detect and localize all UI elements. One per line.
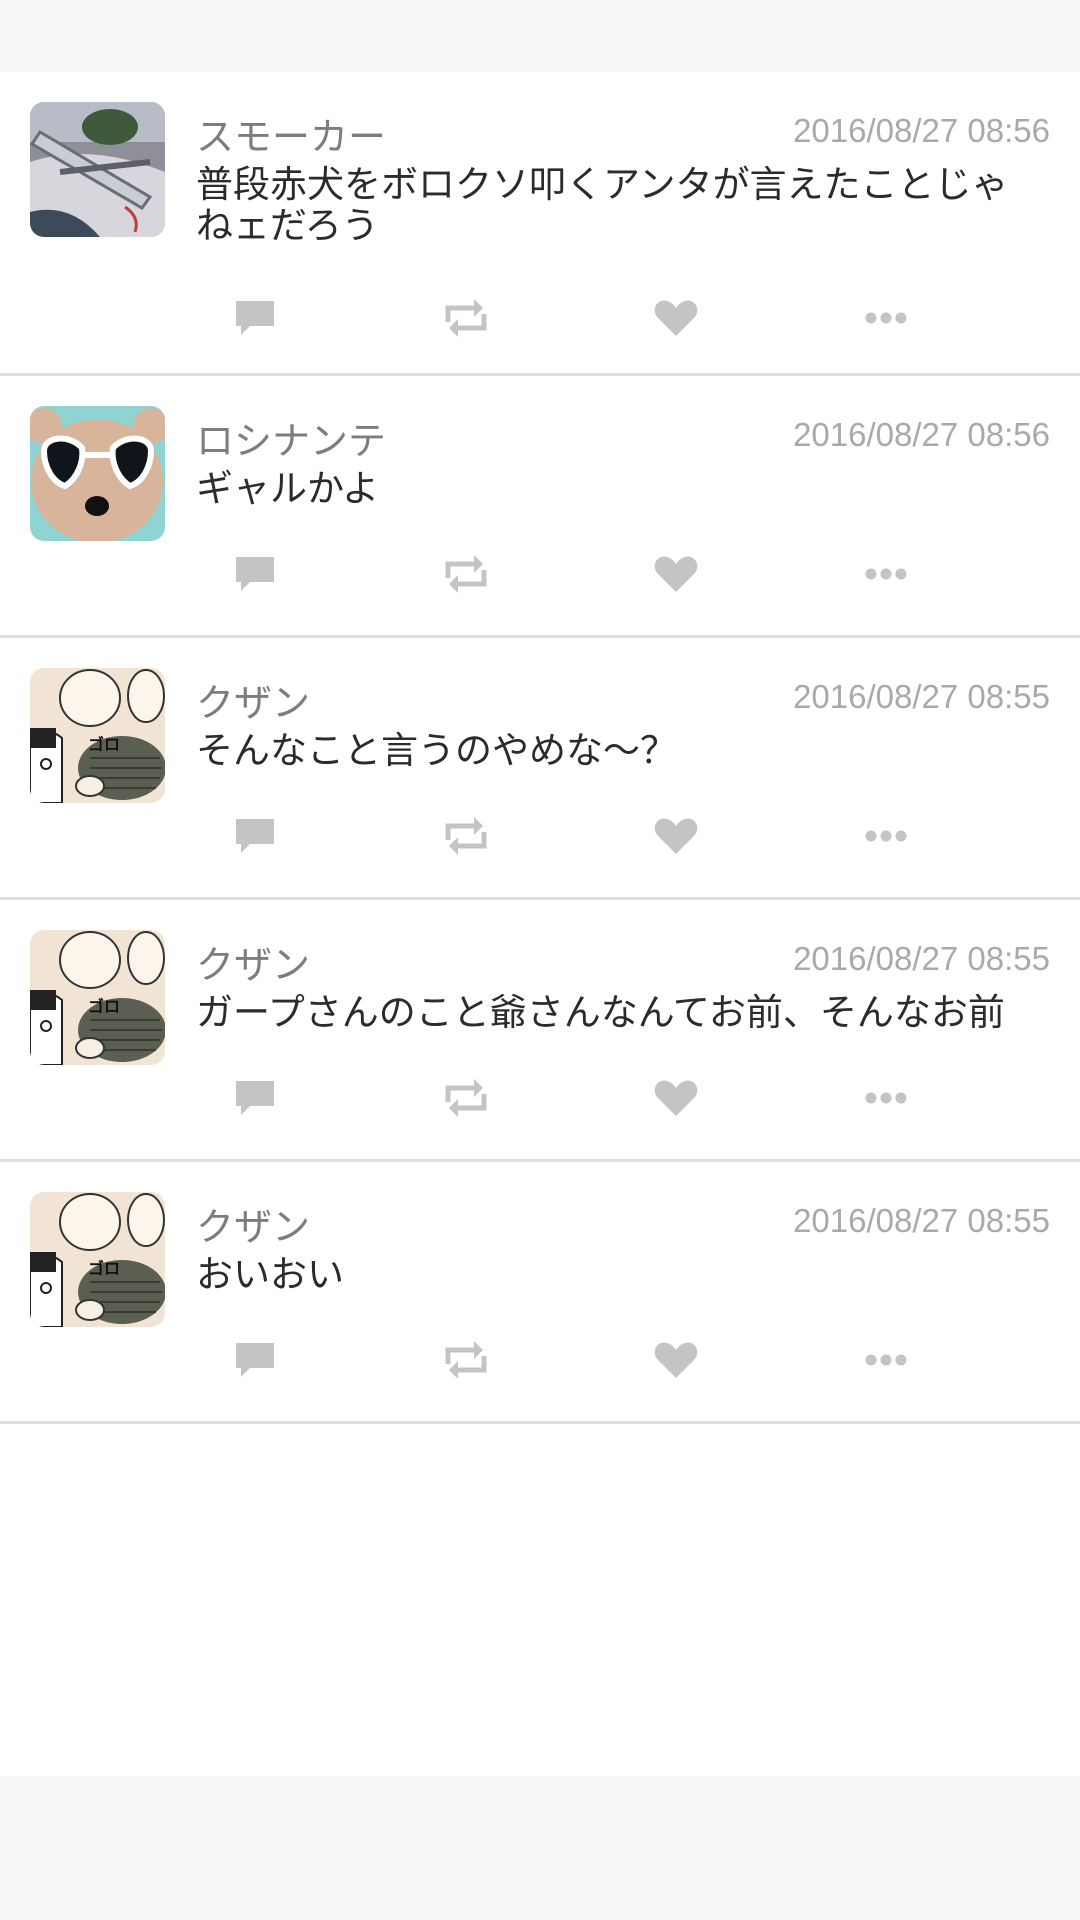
post-item[interactable]: ロシナンテ 2016/08/27 08:56 ギャルかよ — [0, 376, 1080, 638]
post-timestamp: 2016/08/27 08:55 — [793, 678, 1050, 715]
retweet-icon[interactable] — [436, 288, 496, 348]
post-username[interactable]: ロシナンテ — [196, 410, 386, 465]
retweet-icon[interactable] — [436, 1068, 496, 1128]
like-icon[interactable] — [646, 288, 706, 348]
more-icon[interactable] — [856, 544, 916, 604]
post-message: ガープさんのこと爺さんなんてお前、そんなお前 — [196, 991, 1005, 1034]
post-username[interactable]: スモーカー — [196, 106, 386, 161]
bottom-bar — [0, 1776, 1080, 1920]
reply-icon[interactable] — [225, 1330, 285, 1390]
svg-text:ゴロ: ゴロ — [88, 735, 120, 754]
like-icon[interactable] — [646, 806, 706, 866]
post-item[interactable]: スモーカー 2016/08/27 08:56 普段赤犬をボロクソ叩くアンタが言え… — [0, 72, 1080, 376]
post-username[interactable]: クザン — [196, 934, 310, 989]
like-icon[interactable] — [646, 1330, 706, 1390]
smoker-avatar[interactable] — [30, 102, 165, 237]
kuzan-avatar[interactable]: ゴロ — [30, 668, 165, 803]
top-bar — [0, 0, 1080, 72]
post-actions — [0, 544, 1080, 604]
like-icon[interactable] — [646, 544, 706, 604]
timeline-screen: スモーカー 2016/08/27 08:56 普段赤犬をボロクソ叩くアンタが言え… — [0, 0, 1080, 1920]
retweet-icon[interactable] — [436, 806, 496, 866]
retweet-icon[interactable] — [436, 544, 496, 604]
post-timestamp: 2016/08/27 08:55 — [793, 1202, 1050, 1239]
more-icon[interactable] — [856, 806, 916, 866]
post-actions — [0, 1330, 1080, 1390]
post-message: 普段赤犬をボロクソ叩くアンタが言えたことじゃねェだろう — [196, 163, 1009, 247]
reply-icon[interactable] — [225, 1068, 285, 1128]
post-item[interactable]: ゴロ クザン 2016/08/27 08:55 おいおい — [0, 1162, 1080, 1424]
post-timestamp: 2016/08/27 08:56 — [793, 416, 1050, 453]
post-username[interactable]: クザン — [196, 672, 310, 727]
post-message: おいおい — [196, 1253, 344, 1296]
post-item[interactable]: ゴロ クザン 2016/08/27 08:55 そんなこと言うのやめな～？ — [0, 638, 1080, 900]
post-message: そんなこと言うのやめな～？ — [196, 729, 677, 772]
rosinante-avatar[interactable] — [30, 406, 165, 541]
reply-icon[interactable] — [225, 806, 285, 866]
svg-text:ゴロ: ゴロ — [88, 997, 120, 1016]
post-actions — [0, 806, 1080, 866]
like-icon[interactable] — [646, 1068, 706, 1128]
post-divider — [0, 1421, 1080, 1424]
more-icon[interactable] — [856, 1330, 916, 1390]
kuzan-avatar[interactable]: ゴロ — [30, 930, 165, 1065]
post-actions — [0, 288, 1080, 348]
retweet-icon[interactable] — [436, 1330, 496, 1390]
post-message: ギャルかよ — [196, 467, 380, 510]
kuzan-avatar[interactable]: ゴロ — [30, 1192, 165, 1327]
reply-icon[interactable] — [225, 544, 285, 604]
more-icon[interactable] — [856, 288, 916, 348]
more-icon[interactable] — [856, 1068, 916, 1128]
svg-text:ゴロ: ゴロ — [88, 1259, 120, 1278]
post-actions — [0, 1068, 1080, 1128]
timeline-feed[interactable]: スモーカー 2016/08/27 08:56 普段赤犬をボロクソ叩くアンタが言え… — [0, 72, 1080, 1776]
post-timestamp: 2016/08/27 08:55 — [793, 940, 1050, 977]
post-timestamp: 2016/08/27 08:56 — [793, 112, 1050, 149]
post-username[interactable]: クザン — [196, 1196, 310, 1251]
reply-icon[interactable] — [225, 288, 285, 348]
post-item[interactable]: ゴロ クザン 2016/08/27 08:55 ガープさんのこと爺さんなんてお前… — [0, 900, 1080, 1162]
